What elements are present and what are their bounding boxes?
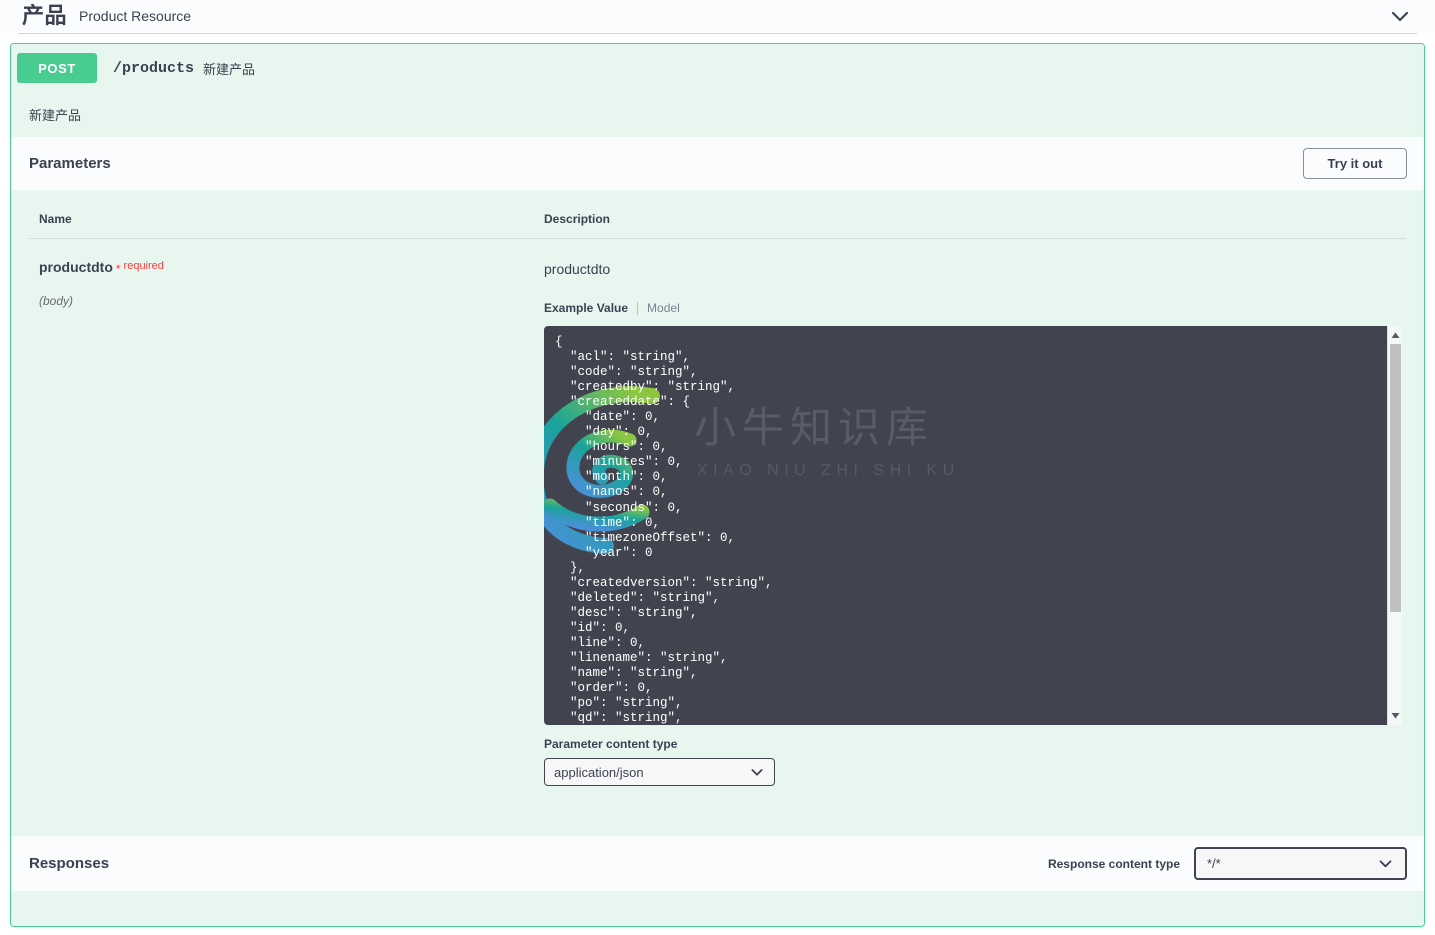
tag-collapse-toggle[interactable] <box>1383 2 1417 30</box>
parameter-content-type-label: Parameter content type <box>544 737 678 751</box>
chevron-down-icon <box>1391 11 1409 22</box>
operation-summary-bar[interactable]: POST /products 新建产品 <box>11 44 1424 92</box>
table-row: productdto * required (body) productdto Ex… <box>29 239 1406 787</box>
operation-summary-text: 新建产品 <box>203 61 256 77</box>
parameter-content-type-select[interactable]: application/json <box>544 758 775 786</box>
parameters-title: Parameters <box>29 155 111 172</box>
column-header-name: Name <box>29 190 534 239</box>
tab-example-value[interactable]: Example Value <box>544 301 628 315</box>
operation-block: POST /products 新建产品 新建产品 Parameters Try … <box>10 43 1425 927</box>
parameter-content-type-value: application/json <box>554 764 644 780</box>
tag-title: 产品 <box>22 3 68 28</box>
tag-header[interactable]: 产品 Product Resource <box>0 0 1435 32</box>
responses-title: Responses <box>29 855 110 872</box>
chevron-down-icon <box>751 769 763 776</box>
try-it-out-button[interactable]: Try it out <box>1303 148 1407 179</box>
tag-description: Product Resource <box>79 8 192 24</box>
required-label: required <box>123 260 164 272</box>
response-content-type-value: */* <box>1207 856 1221 871</box>
responses-body-area <box>11 891 1424 926</box>
response-content-type-select[interactable]: */* <box>1194 847 1407 880</box>
tab-model[interactable]: Model <box>647 301 680 315</box>
parameter-name-line: productdto * required <box>39 259 534 277</box>
parameters-table-header-row: Name Description <box>29 190 1406 239</box>
required-star: * <box>115 262 121 276</box>
tab-divider <box>637 301 639 315</box>
column-header-description: Description <box>534 190 1406 239</box>
http-method-badge: POST <box>17 53 97 83</box>
parameter-name-cell: productdto * required (body) <box>29 239 534 787</box>
parameters-body: Name Description productdto * required (bo… <box>11 190 1424 850</box>
responses-header-strip: Responses Response content type */* <box>11 836 1424 891</box>
operation-description: 新建产品 <box>11 92 1424 137</box>
tag-divider <box>18 33 1417 34</box>
example-value-json: { "acl": "string", "code": "string", "cr… <box>555 335 773 725</box>
chevron-down-icon <box>1379 860 1392 868</box>
swagger-ui-page: 产品 Product Resource POST /products 新建产品 … <box>0 0 1435 935</box>
parameter-description-text: productdto <box>544 261 611 277</box>
operation-path: /products <box>113 59 195 77</box>
parameter-description-cell: productdto Example Value Model 小牛知识库 XIA… <box>534 239 1406 786</box>
parameters-header-strip: Parameters Try it out <box>11 137 1424 190</box>
example-value-container: 小牛知识库 XIAO NIU ZHI SHI KU { "acl": "stri… <box>544 326 1402 725</box>
example-model-tabs: Example Value Model <box>544 301 1406 315</box>
example-value-code-box[interactable]: 小牛知识库 XIAO NIU ZHI SHI KU { "acl": "stri… <box>544 326 1402 725</box>
parameter-name: productdto <box>39 259 113 275</box>
response-content-type-label: Response content type <box>1047 856 1180 871</box>
parameter-location: (body) <box>39 294 74 308</box>
parameters-table: Name Description productdto * required (bo… <box>29 190 1406 786</box>
